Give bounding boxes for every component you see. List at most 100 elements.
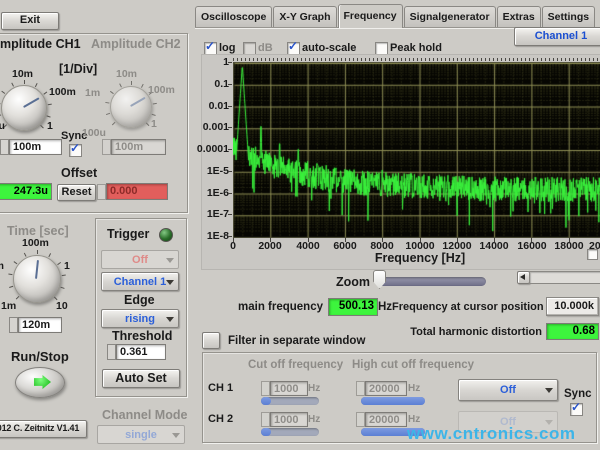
ch1-high-slider[interactable]: [361, 397, 425, 405]
cursor-frequency-value: 10.000k: [546, 297, 599, 316]
filter-separate-label: Filter in separate window: [228, 335, 365, 347]
time-knob[interactable]: [13, 255, 61, 303]
scrollbar-track[interactable]: [529, 271, 600, 284]
ch1-amplitude-value[interactable]: 100m: [9, 139, 62, 155]
db-label: dB: [258, 42, 273, 54]
ch1-scale-100m: 100m: [49, 86, 76, 98]
cursor-frequency-label: Frequency at cursor position: [392, 301, 542, 313]
axis-tick: [308, 238, 309, 242]
y-tick-label: 0.1: [196, 78, 229, 90]
ch1-low-stepper[interactable]: [261, 381, 270, 396]
ch1-low-value[interactable]: 1000: [270, 381, 308, 396]
peak-hold-label: Peak hold: [390, 42, 442, 54]
ch1-scale-1: 1: [47, 120, 53, 132]
axis-tick: [494, 238, 495, 242]
ch2-scale-100m: 100m: [148, 84, 175, 96]
tab-settings[interactable]: Settings: [542, 6, 595, 28]
main-frequency-unit: Hz: [378, 301, 392, 313]
y-tick-label: 1E-6: [196, 187, 229, 199]
ch2-amplitude-value[interactable]: 100m: [111, 139, 166, 155]
y-tick-label: 1E-5: [196, 165, 229, 177]
offset-ch2-value[interactable]: 0.000: [106, 183, 168, 200]
ch2-amplitude-stepper[interactable]: [102, 139, 111, 155]
y-tick-label: 0.0001: [196, 143, 229, 155]
ch2-low-stepper[interactable]: [261, 412, 270, 427]
axis-tick: [270, 238, 271, 242]
axis-tick: [233, 238, 234, 242]
ch1-filter-mode-dropdown[interactable]: Off: [458, 379, 558, 401]
main-frequency-value: 500.13: [328, 298, 378, 316]
axis-tick: [228, 171, 232, 172]
ch1-high-value[interactable]: 20000: [365, 381, 407, 396]
checkmark-icon: ✓: [70, 141, 80, 155]
tab-extras[interactable]: Extras: [497, 6, 541, 28]
autoscale-label: auto-scale: [302, 42, 356, 54]
filter-sync-label: Sync: [564, 388, 592, 400]
tab-xy-graph[interactable]: X-Y Graph: [273, 6, 336, 28]
dropdown-arrow-icon: [166, 280, 174, 285]
checkmark-icon: ✓: [571, 400, 581, 414]
ch1-high-stepper[interactable]: [356, 381, 365, 396]
channel-mode-dropdown[interactable]: single: [97, 425, 185, 444]
per-div-label: [1/Div]: [59, 62, 97, 76]
threshold-value[interactable]: 0.361: [116, 344, 166, 360]
axis-tick: [382, 238, 383, 242]
tab-signalgenerator[interactable]: Signalgenerator: [404, 6, 496, 28]
zoom-label: Zoom: [336, 275, 370, 289]
arrow-left-icon: [520, 274, 525, 280]
amplitude-ch1-knob[interactable]: [1, 85, 47, 131]
trigger-source-dropdown[interactable]: Channel 1: [101, 272, 179, 291]
ch1-amplitude-stepper[interactable]: [0, 139, 9, 155]
amplitude-ch2-title: Amplitude CH2: [91, 37, 181, 51]
run-stop-button[interactable]: [15, 367, 65, 398]
offset-ch2-stepper[interactable]: [97, 184, 106, 200]
plot-top-ticks: [233, 58, 600, 61]
offset-reset-button[interactable]: Reset: [57, 184, 96, 201]
threshold-stepper[interactable]: [107, 344, 116, 360]
filter-sync-checkbox[interactable]: ✓: [570, 403, 583, 416]
clipped-checkbox[interactable]: [587, 249, 598, 260]
checkmark-icon: ✓: [288, 39, 298, 53]
low-cutoff-header: Cut off frequency: [248, 359, 343, 371]
ch2-high-stepper[interactable]: [356, 412, 365, 427]
axis-tick: [345, 238, 346, 242]
filter-separate-checkbox[interactable]: [202, 332, 220, 349]
autoset-button[interactable]: Auto Set: [102, 369, 180, 388]
trigger-mode-dropdown[interactable]: Off: [101, 250, 179, 269]
dropdown-arrow-icon: [166, 258, 174, 263]
y-tick-label: 1: [196, 56, 229, 68]
tab-frequency[interactable]: Frequency: [338, 4, 403, 28]
amplitude-sync-checkbox[interactable]: ✓: [69, 144, 82, 157]
ch2-scale-10m: 10m: [116, 68, 137, 80]
x-axis-title: Frequency [Hz]: [360, 251, 480, 265]
ch1-low-unit: Hz: [308, 383, 320, 394]
exit-button[interactable]: Exit: [1, 12, 59, 30]
time-value[interactable]: 120m: [18, 317, 62, 333]
amplitude-ch2-knob[interactable]: [110, 86, 152, 128]
version-bar: 2012 C. Zeitnitz V1.41: [0, 420, 87, 438]
ch2-high-value[interactable]: 20000: [365, 412, 407, 427]
channel-select-button[interactable]: Channel 1: [514, 27, 600, 46]
y-tick-label: 0.01: [196, 100, 229, 112]
ch2-low-value[interactable]: 1000: [270, 412, 308, 427]
high-cutoff-header: High cut off frequency: [352, 359, 474, 371]
time-stepper[interactable]: [9, 317, 18, 333]
tab-strip: Oscilloscope X-Y Graph Frequency Signalg…: [195, 5, 596, 28]
ch2-low-unit: Hz: [308, 414, 320, 425]
ch2-low-slider[interactable]: [261, 428, 319, 436]
ch1-low-slider[interactable]: [261, 397, 319, 405]
tab-oscilloscope[interactable]: Oscilloscope: [195, 6, 272, 28]
offset-label: Offset: [61, 166, 97, 180]
slider-fill: [261, 428, 271, 436]
log-label: log: [219, 42, 236, 54]
zoom-slider-track[interactable]: [378, 277, 486, 286]
axis-tick: [228, 84, 232, 85]
y-tick-label: 1E-7: [196, 208, 229, 220]
trigger-led: [159, 228, 173, 242]
edge-label: Edge: [124, 293, 155, 307]
run-indicator-icon: [34, 375, 51, 389]
spectrum-plot[interactable]: [233, 62, 600, 238]
zoom-slider-thumb[interactable]: [373, 270, 386, 289]
trigger-edge-dropdown[interactable]: rising: [101, 309, 179, 328]
time-scale-10: 10: [56, 300, 68, 312]
